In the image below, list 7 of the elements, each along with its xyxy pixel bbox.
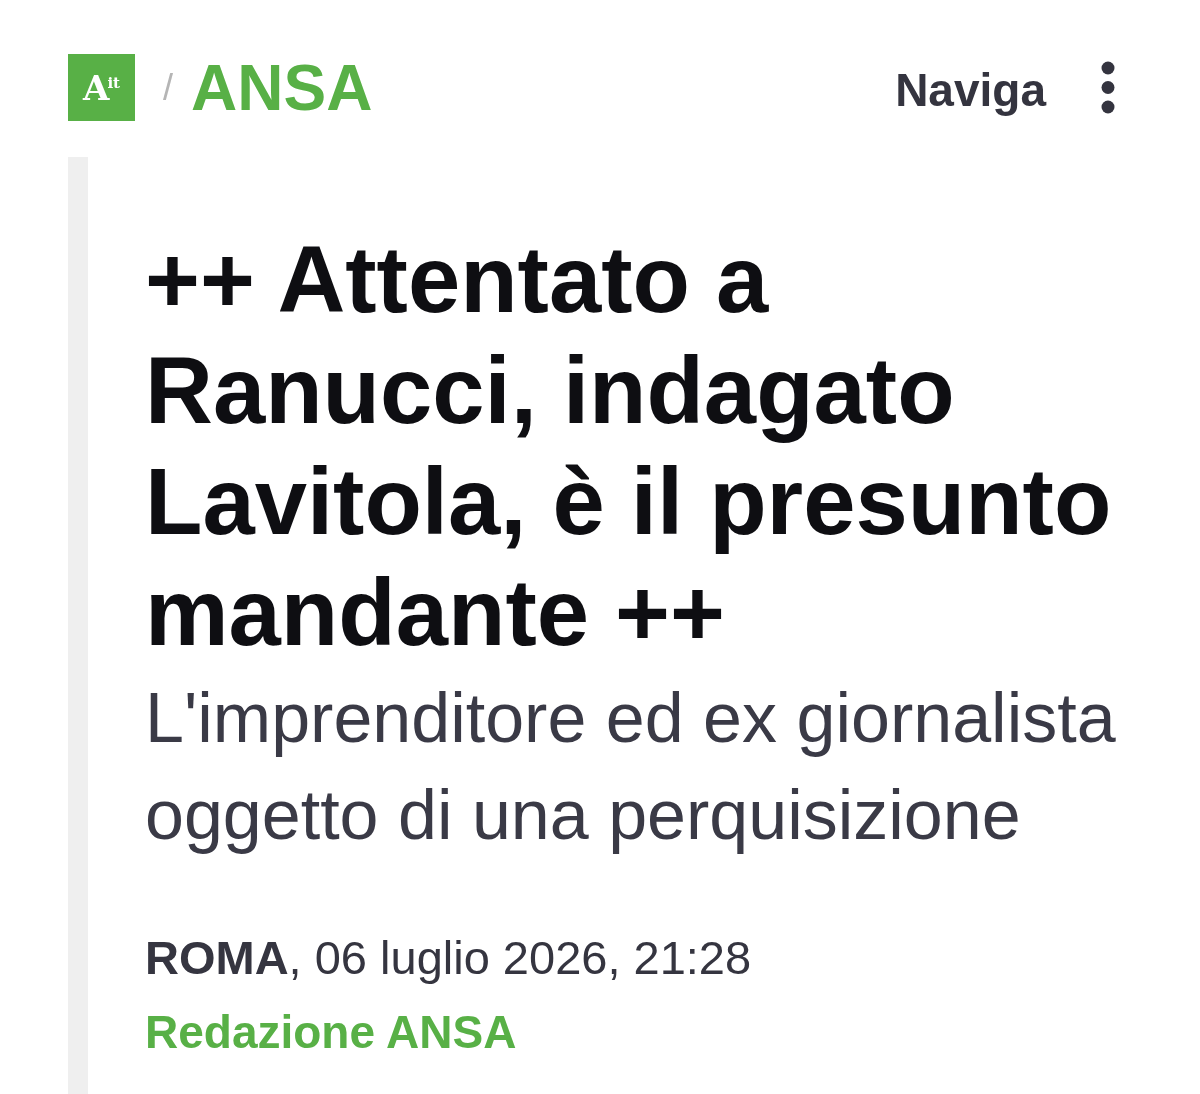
author-link[interactable]: Redazione ANSA (145, 1002, 517, 1063)
dateline: ROMA, 06 luglio 2026, 21:28 (145, 930, 753, 986)
headline: ++ Attentato a Ranucci, indagato Lavitola, è il presunto mandante ++ (145, 226, 1113, 667)
breadcrumb-separator: / (163, 69, 173, 106)
subheadline: L'imprenditore ed ex giornalista oggetto di una perquisizione (145, 678, 1117, 856)
more-menu-icon[interactable] (1101, 61, 1115, 114)
site-name-link[interactable]: ANSA (191, 55, 373, 120)
